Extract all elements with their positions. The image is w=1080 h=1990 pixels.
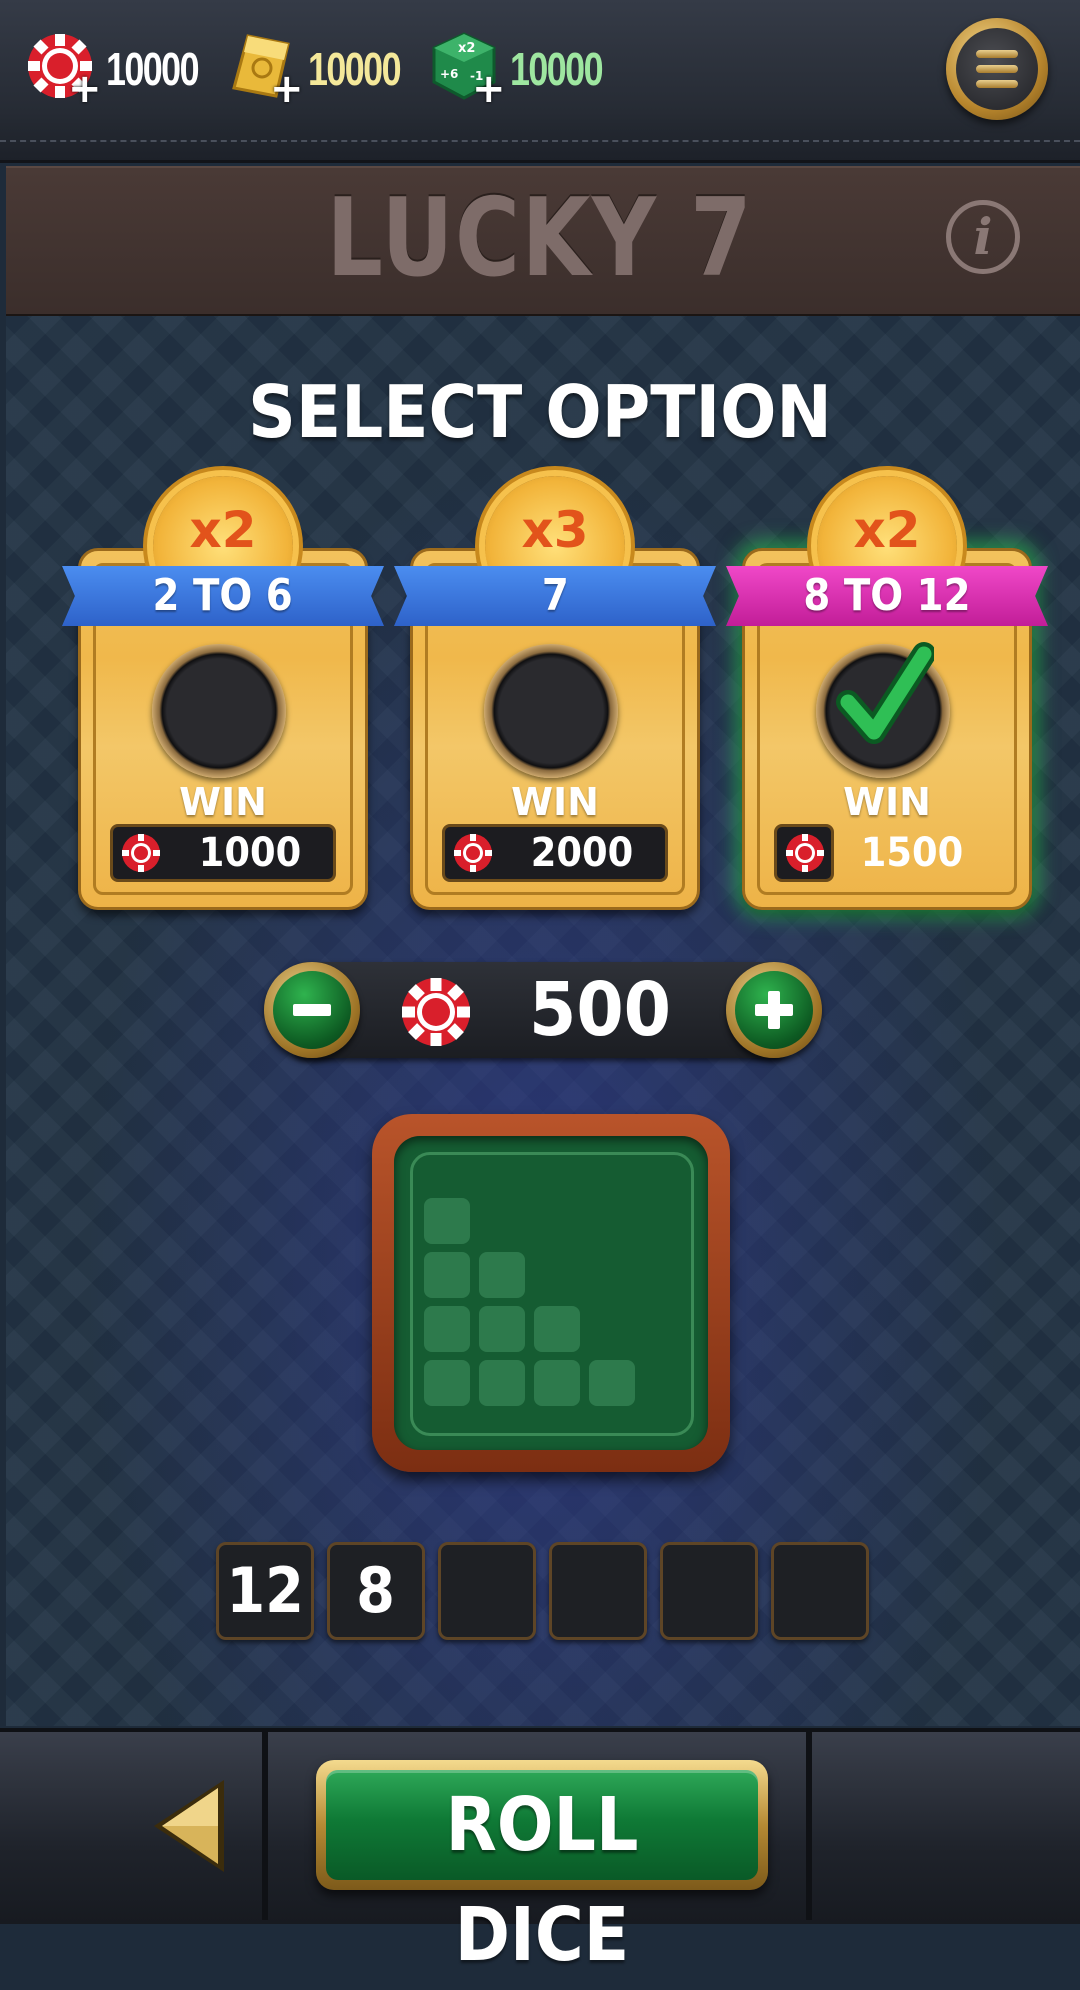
- win-amount: 1000: [198, 830, 302, 876]
- bet-amount: 500: [528, 967, 672, 1053]
- roll-history-slot: 8: [327, 1542, 425, 1640]
- dice-value: 10000: [510, 43, 604, 95]
- roll-history-slot: [549, 1542, 647, 1640]
- decrease-bet-button[interactable]: [264, 962, 360, 1058]
- add-dice-icon[interactable]: +: [472, 69, 506, 109]
- minus-icon: [273, 971, 351, 1049]
- poker-chip-icon: [402, 978, 470, 1046]
- game-title: LUCKY 7: [326, 176, 754, 301]
- menu-button[interactable]: [946, 18, 1048, 120]
- add-chips-icon[interactable]: +: [68, 69, 102, 109]
- tray-cell: [589, 1360, 635, 1406]
- tray-cell: [424, 1198, 470, 1244]
- dice-resource[interactable]: x2 +6 -1 + 10000: [428, 30, 608, 110]
- add-gold-icon[interactable]: +: [270, 69, 304, 109]
- plus-icon: [735, 971, 813, 1049]
- tray-cell: [424, 1252, 470, 1298]
- chips-value: 10000: [106, 43, 200, 95]
- gold-value: 10000: [308, 43, 402, 95]
- tray-cell: [534, 1306, 580, 1352]
- tray-cell: [479, 1252, 525, 1298]
- dice-tray: [372, 1114, 730, 1472]
- option-card-2-to-6[interactable]: x2 2 TO 6 WIN 1000: [62, 476, 384, 910]
- info-icon[interactable]: i: [946, 200, 1020, 274]
- tray-cell: [479, 1360, 525, 1406]
- back-arrow-icon[interactable]: [150, 1776, 230, 1876]
- poker-chip-icon: [122, 834, 160, 872]
- svg-text:+6: +6: [440, 67, 458, 81]
- tray-cell: [534, 1360, 580, 1406]
- roll-dice-button[interactable]: ROLL DICE: [316, 1760, 768, 1978]
- selection-slot[interactable]: [152, 644, 286, 778]
- tray-cell: [424, 1360, 470, 1406]
- gold-resource[interactable]: + 10000: [226, 30, 406, 110]
- checkmark-icon: [836, 642, 934, 744]
- roll-history-slot: [771, 1542, 869, 1640]
- poker-chip-icon: [786, 834, 824, 872]
- win-label: WIN: [179, 780, 267, 824]
- option-label-ribbon: 8 TO 12: [726, 566, 1048, 626]
- divider: [806, 1732, 812, 1920]
- win-amount: 1500: [860, 830, 964, 876]
- svg-text:x2: x2: [458, 41, 475, 56]
- win-label: WIN: [511, 780, 599, 824]
- selection-slot[interactable]: [816, 642, 950, 778]
- tray-cell: [424, 1306, 470, 1352]
- selection-slot[interactable]: [484, 644, 618, 778]
- divider: [262, 1732, 268, 1920]
- option-label-ribbon: 7: [394, 566, 716, 626]
- select-option-heading: SELECT OPTION: [248, 370, 832, 454]
- option-label-ribbon: 2 TO 6: [62, 566, 384, 626]
- win-amount-box: 1000: [110, 824, 336, 882]
- hamburger-icon: [956, 28, 1038, 110]
- win-amount-box: [774, 824, 834, 882]
- roll-history-slot: [660, 1542, 758, 1640]
- divider: [0, 140, 1080, 142]
- roll-history-slot: [438, 1542, 536, 1640]
- win-amount-box: 2000: [442, 824, 668, 882]
- win-amount: 2000: [530, 830, 634, 876]
- poker-chip-icon: [454, 834, 492, 872]
- roll-history-slot: 12: [216, 1542, 314, 1640]
- win-label: WIN: [843, 780, 931, 824]
- tray-cell: [479, 1306, 525, 1352]
- increase-bet-button[interactable]: [726, 962, 822, 1058]
- roll-dice-label: ROLL DICE: [445, 1782, 639, 1978]
- option-card-8-to-12[interactable]: x2 8 TO 12 WIN 1500: [726, 476, 1048, 910]
- chips-resource[interactable]: + 10000: [24, 30, 204, 110]
- option-card-7[interactable]: x3 7 WIN 2000: [394, 476, 716, 910]
- dice-felt: [394, 1136, 708, 1450]
